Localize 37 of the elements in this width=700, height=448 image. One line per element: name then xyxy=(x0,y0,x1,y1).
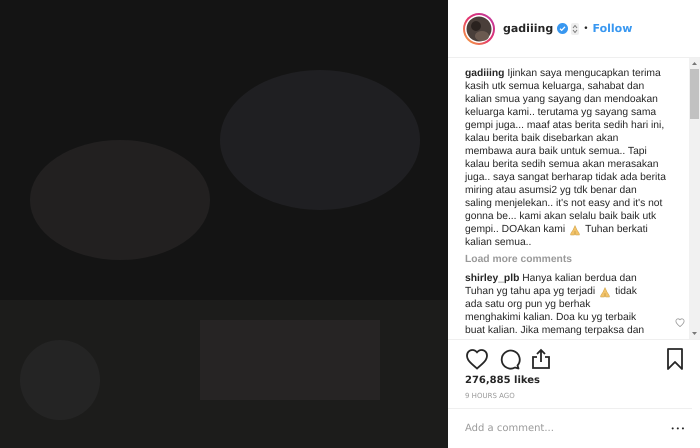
caption-text: saling menjelekan.. it's not easy and it's not xyxy=(465,197,662,210)
scrollbar[interactable] xyxy=(689,58,700,339)
caption-text: membawa aura baik untuk semua.. Tapi xyxy=(465,145,647,158)
praying-hands-icon xyxy=(599,286,612,298)
likes-count[interactable]: 276,885 likes xyxy=(465,373,675,389)
scrollbar-thumb[interactable] xyxy=(690,69,699,119)
caption-text: kalau berita baik disebarkan akan xyxy=(465,132,618,145)
comment-text: tidak xyxy=(615,285,637,298)
caption-text: gempi.. DOAkan kami xyxy=(465,223,566,236)
caption-text: kalian smua yang sayang dan mendoakan xyxy=(465,93,658,106)
avatar xyxy=(462,12,496,46)
caption-text: miring atau asumsi2 yg tdk benar dan xyxy=(465,184,637,197)
praying-hands-icon xyxy=(569,224,582,236)
caption-text: keluarga kami.. terutama yg sayang sama xyxy=(465,106,656,119)
comment-text: shirley_plb Hanya kalian berdua dan xyxy=(465,272,637,285)
caption-text: gadiiing Ijinkan saya mengucapkan terima xyxy=(465,67,661,80)
bookmark-icon[interactable] xyxy=(666,348,684,370)
username[interactable]: gadiiing xyxy=(503,22,554,35)
like-icon[interactable] xyxy=(675,318,685,327)
comment-text: menghakimi kalian. Doa ku yg terbaik xyxy=(465,311,636,324)
heart-icon[interactable] xyxy=(465,348,489,370)
sort-arrows-icon[interactable] xyxy=(571,22,580,34)
comment-text: ada satu org pun yg berhak xyxy=(465,298,590,311)
caption-text: gempi juga... maaf atas berita sedih hari ini, xyxy=(465,119,664,132)
share-icon[interactable] xyxy=(531,348,551,370)
caption-text: kalian semua.. xyxy=(465,236,532,249)
caption-text: juga.. saya sangat berharap tidak ada berita xyxy=(465,171,666,184)
scroll-down-arrow-icon[interactable] xyxy=(692,332,697,335)
comment-text: buat kalian. Jika memang terpaksa dan xyxy=(465,324,644,337)
comment-text: Tuhan yg tahu apa yg terjadi xyxy=(465,285,596,298)
caption-text: gonna be... kami akan selalu baik baik utk xyxy=(465,210,656,223)
scroll-up-arrow-icon[interactable] xyxy=(692,62,697,65)
comment-icon[interactable] xyxy=(499,348,521,370)
caption-text: Tuhan berkati xyxy=(585,223,648,236)
caption-text: kalau berita sedih semua akan merasakan xyxy=(465,158,658,171)
separator-dot: • xyxy=(583,24,588,34)
caption-text: kasih utk semua keluarga, sahabat dan xyxy=(465,80,644,93)
